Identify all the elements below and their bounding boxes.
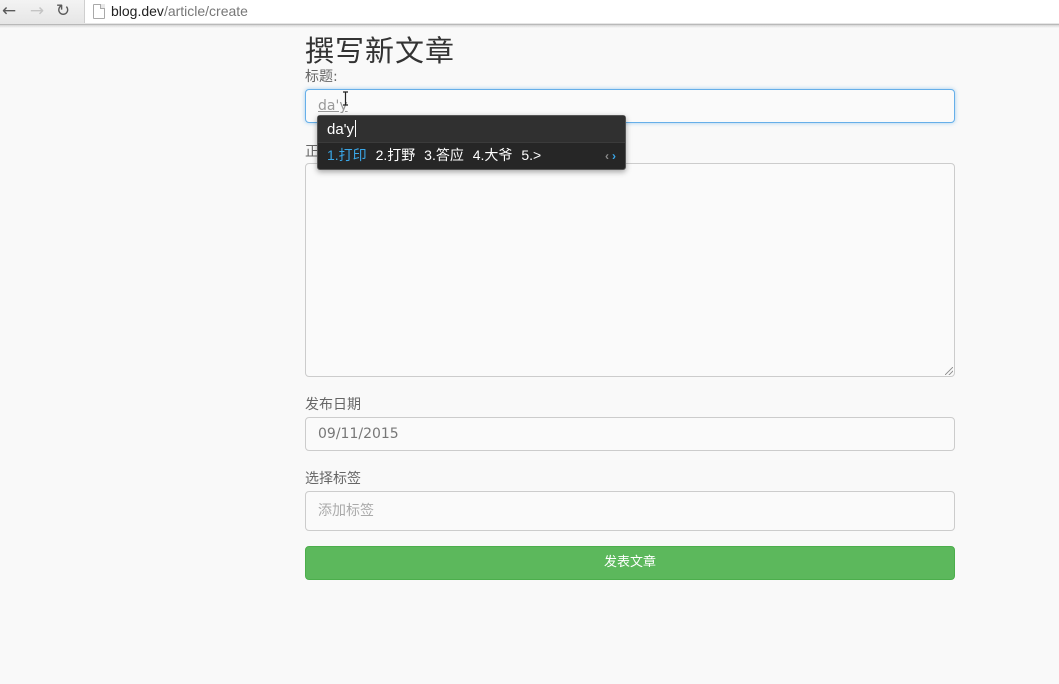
text-cursor-icon — [343, 91, 348, 106]
ime-composition-text: da'y — [327, 121, 355, 138]
ime-candidate-list: 1.打印 2.打野 3.答应 4.大爷 5.> — [327, 146, 546, 164]
tags-input-placeholder: 添加标签 — [318, 503, 374, 519]
ime-caret — [355, 120, 357, 137]
ime-candidate-popup: da'y 1.打印 2.打野 3.答应 4.大爷 5.> ‹ › — [317, 115, 626, 170]
ime-candidate[interactable]: 3.答应 — [424, 147, 464, 163]
resize-grip-icon[interactable] — [945, 367, 953, 375]
ime-composition-bar: da'y — [318, 116, 625, 143]
date-label: 发布日期 — [305, 397, 361, 413]
url-host: blog.dev — [111, 3, 164, 19]
ime-candidate[interactable]: 5.> — [521, 147, 541, 163]
chevron-left-icon[interactable]: ‹ — [605, 149, 609, 163]
forward-arrow-icon[interactable]: → — [26, 1, 48, 21]
back-arrow-icon[interactable]: ← — [0, 1, 20, 21]
tags-input[interactable]: 添加标签 — [305, 491, 955, 531]
tags-label: 选择标签 — [305, 471, 361, 487]
ime-composition: da'y — [327, 120, 357, 139]
url-text: blog.dev/article/create — [111, 3, 248, 19]
date-input-value: 09/11/2015 — [318, 426, 399, 442]
page-icon — [93, 4, 105, 19]
address-bar[interactable]: blog.dev/article/create — [84, 0, 1059, 23]
publish-button[interactable]: 发表文章 — [305, 546, 955, 580]
ime-candidate[interactable]: 2.打野 — [376, 147, 416, 163]
ime-candidate[interactable]: 1.打印 — [327, 147, 367, 163]
reload-icon[interactable]: ↻ — [52, 1, 74, 21]
browser-toolbar: ← → ↻ blog.dev/article/create — [0, 0, 1059, 25]
chevron-right-icon[interactable]: › — [612, 149, 616, 163]
date-input[interactable]: 09/11/2015 — [305, 417, 955, 451]
url-path: /article/create — [163, 3, 248, 19]
ime-page-arrows: ‹ › — [605, 149, 616, 163]
ime-candidate[interactable]: 4.大爷 — [473, 147, 513, 163]
body-textarea[interactable] — [305, 163, 955, 377]
page-title: 撰写新文章 — [305, 34, 456, 68]
toolbar-shadow — [0, 25, 1059, 28]
title-label: 标题: — [305, 69, 338, 85]
